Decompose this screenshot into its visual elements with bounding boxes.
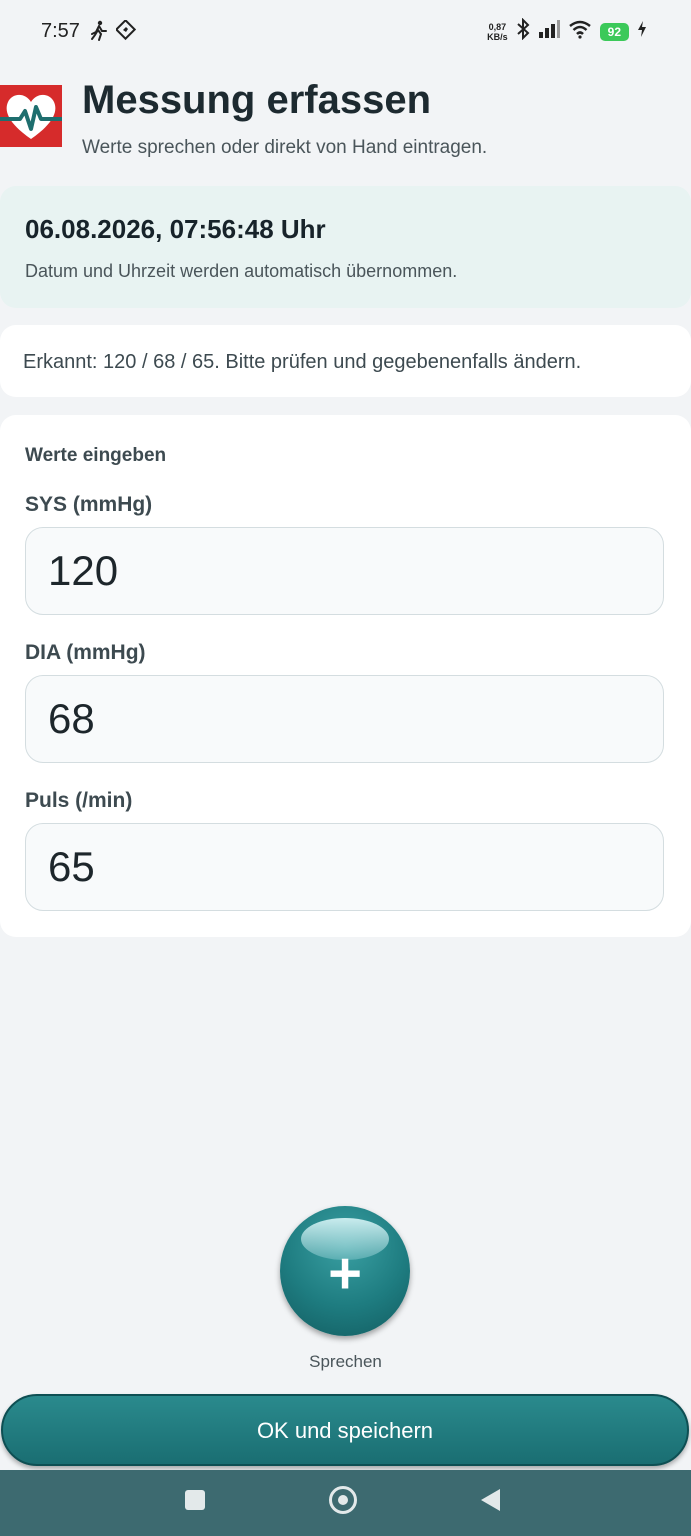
datetime-note: Datum und Uhrzeit werden automatisch übe…: [25, 261, 458, 281]
plus-icon: +: [328, 1241, 362, 1306]
recents-icon[interactable]: [185, 1490, 205, 1510]
dia-input[interactable]: 68: [25, 675, 664, 763]
status-time: 7:57: [41, 20, 80, 42]
bluetooth-icon: [516, 17, 530, 45]
signal-icon: [538, 19, 560, 44]
pulse-input[interactable]: 65: [25, 823, 664, 911]
pulse-label: Puls (/min): [25, 789, 133, 812]
back-icon[interactable]: [481, 1489, 500, 1511]
speak-button[interactable]: +: [280, 1206, 410, 1336]
home-icon[interactable]: [329, 1486, 357, 1514]
datetime-value: 06.08.2026, 07:56:48 Uhr: [25, 214, 326, 244]
sys-input[interactable]: 120: [25, 527, 664, 615]
values-form: Werte eingeben SYS (mmHg) 120 DIA (mmHg)…: [0, 415, 691, 937]
save-button-label: OK und speichern: [256, 1418, 434, 1443]
page-subtitle: Werte sprechen oder direkt von Hand eint…: [82, 137, 488, 158]
wifi-icon: [568, 19, 592, 44]
heart-logo-icon: [0, 85, 62, 147]
recognition-text: Erkannt: 120 / 68 / 65. Bitte prüfen und…: [23, 351, 582, 373]
battery-level: 92: [599, 22, 629, 41]
datetime-card: 06.08.2026, 07:56:48 Uhr Datum und Uhrze…: [0, 186, 691, 308]
system-nav-bar: [0, 1470, 691, 1536]
status-bar: 7:57 0,87 KB/s 92: [0, 0, 691, 64]
status-icons: 0,87 KB/s 92: [487, 17, 647, 45]
dia-label: DIA (mmHg): [25, 641, 146, 664]
speak-label: Sprechen: [309, 1352, 382, 1371]
network-speed: 0,87 KB/s: [487, 21, 508, 42]
save-button[interactable]: OK und speichern: [1, 1394, 689, 1466]
charging-icon: [637, 20, 647, 43]
location-icon: [114, 18, 137, 47]
page-title: Messung erfassen: [82, 78, 432, 122]
running-icon: [90, 20, 108, 47]
sys-label: SYS (mmHg): [25, 493, 153, 516]
home-icon-dot: [338, 1495, 348, 1505]
recognition-card: Erkannt: 120 / 68 / 65. Bitte prüfen und…: [0, 325, 691, 397]
form-heading: Werte eingeben: [25, 445, 167, 466]
